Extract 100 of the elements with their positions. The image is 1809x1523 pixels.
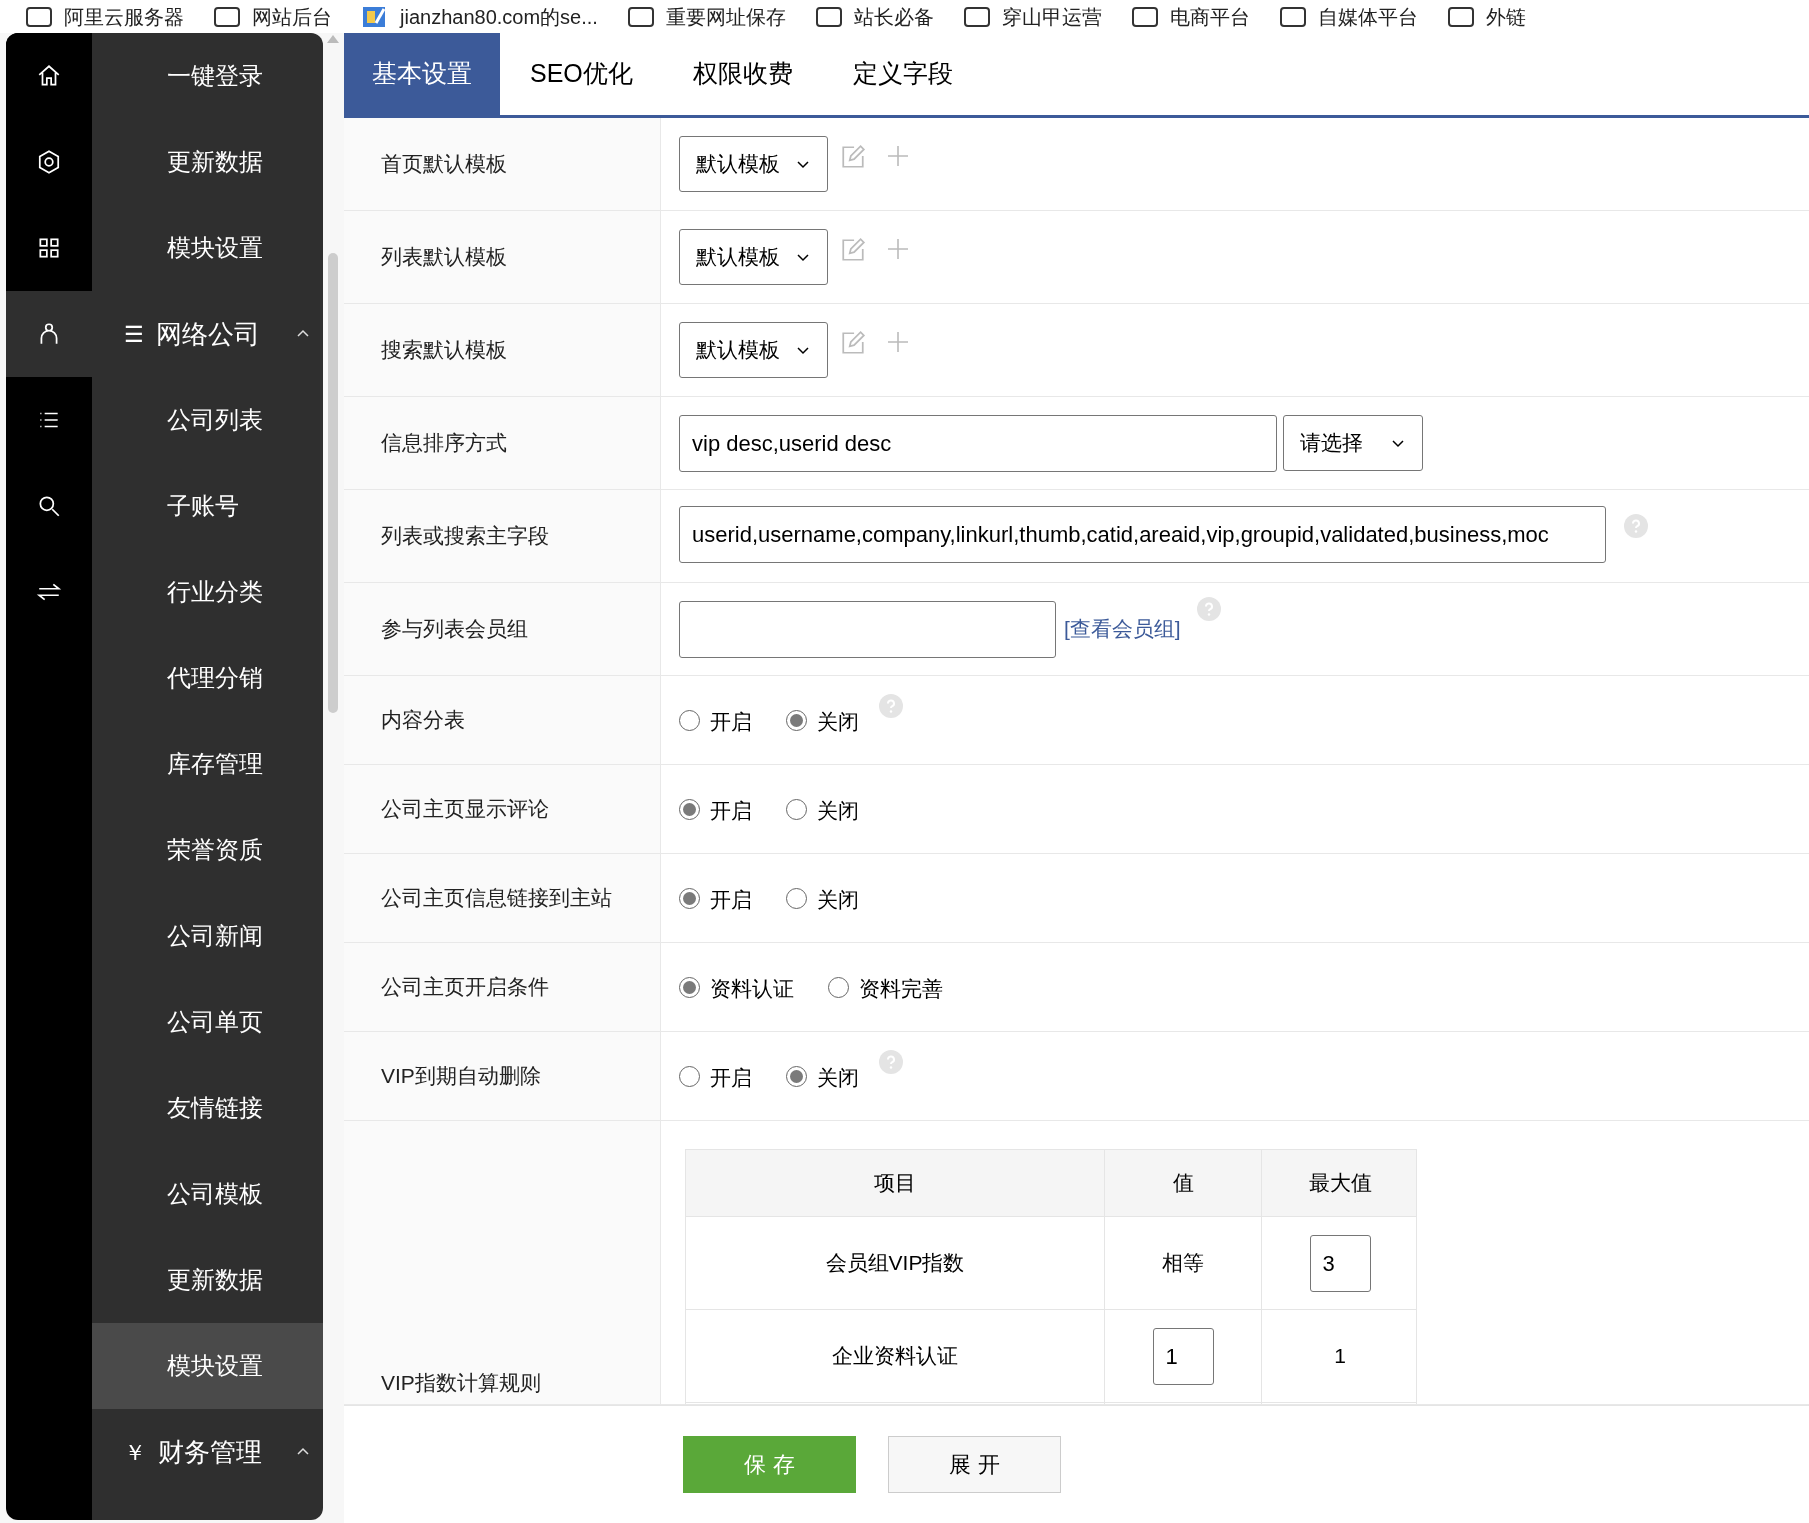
expand-button[interactable]: 展 开 (888, 1436, 1061, 1493)
menu-item[interactable]: 子账号 (92, 463, 323, 549)
radio-button[interactable] (786, 798, 807, 820)
radio-button[interactable] (786, 1065, 807, 1087)
help-icon[interactable] (879, 694, 903, 719)
menu-item[interactable]: 友情链接 (92, 1065, 323, 1151)
menu-item[interactable]: 库存管理 (92, 721, 323, 807)
field-label: 首页默认模板 (381, 151, 507, 178)
table-cell-text: 企业资料认证 (832, 1343, 958, 1370)
menu-item[interactable]: 公司列表 (92, 377, 323, 463)
group-title: 财务管理 (158, 1435, 262, 1469)
radio-option[interactable]: 资料完善 (828, 969, 943, 1005)
bookmark[interactable]: 阿里云服务器 (26, 1, 184, 32)
edit-icon[interactable] (840, 144, 866, 170)
radio-button[interactable] (786, 887, 807, 909)
bookmark[interactable]: 重要网址保存 (627, 1, 786, 32)
menu-item[interactable]: 公司单页 (92, 979, 323, 1065)
field-label: 公司主页显示评论 (381, 796, 549, 823)
field-label: 参与列表会员组 (381, 616, 528, 643)
menu-group-header[interactable]: ☰ 网络公司 (92, 291, 323, 377)
text-field[interactable] (679, 600, 1056, 658)
group-symbol: ￥ (124, 1438, 146, 1467)
folder-icon (26, 6, 52, 27)
radio-button[interactable] (679, 1065, 700, 1087)
field-label: 信息排序方式 (381, 430, 507, 457)
folder-icon (214, 6, 240, 27)
radio-option[interactable]: 开启 (679, 1058, 752, 1094)
scrollbar-thumb[interactable] (327, 253, 338, 713)
radio-option[interactable]: 关闭 (786, 880, 859, 916)
menu-item[interactable]: 公司模板 (92, 1151, 323, 1237)
help-icon[interactable] (1624, 514, 1648, 538)
bookmark[interactable]: 穿山甲运营 (963, 1, 1102, 32)
radio-option[interactable]: 关闭 (786, 791, 859, 827)
tab[interactable]: 权限收费 (662, 33, 823, 115)
radio-option[interactable]: 开启 (679, 702, 752, 738)
folder-icon (627, 6, 654, 27)
text-field[interactable]: userid,username,company,linkurl,thumb,catid,areaid,vip,groupid,validated,business,moc (679, 506, 1606, 563)
text-field[interactable]: vip desc,userid desc (679, 414, 1277, 472)
menu-group-header[interactable]: ￥ 财务管理 (92, 1409, 323, 1495)
group-title: 网络公司 (156, 317, 260, 351)
field-label: 搜索默认模板 (381, 337, 507, 364)
field-label: 公司主页开启条件 (381, 974, 549, 1001)
dropdown-select[interactable]: 默认模板 (679, 322, 828, 378)
bookmark[interactable]: 外链 (1447, 1, 1526, 32)
help-icon[interactable] (1196, 596, 1221, 621)
radio-option[interactable]: 关闭 (786, 702, 859, 738)
menu-item[interactable]: 公司新闻 (92, 893, 323, 979)
radio-button[interactable] (679, 976, 700, 998)
radio-option[interactable]: 关闭 (786, 1058, 859, 1094)
radio-option[interactable]: 开启 (679, 880, 752, 916)
dropdown-select[interactable]: 默认模板 (679, 229, 828, 285)
settings-icon (36, 149, 62, 175)
radio-button[interactable] (679, 709, 700, 731)
radio-option[interactable]: 开启 (679, 791, 752, 827)
menu-item[interactable]: 代理分销 (92, 635, 323, 721)
menu-item[interactable]: 一键登录 (92, 33, 323, 119)
radio-button[interactable] (679, 798, 700, 820)
bookmark[interactable]: 站长必备 (815, 1, 934, 32)
column-header: 最大值 (1307, 1170, 1373, 1197)
column-header: 值 (1105, 1150, 1262, 1216)
folder-icon (1279, 6, 1306, 27)
tab[interactable]: 定义字段 (822, 33, 983, 115)
grid-icon (36, 235, 62, 261)
field-label: 内容分表 (381, 707, 465, 734)
menu-item[interactable]: 更新数据 (92, 1237, 323, 1323)
help-icon[interactable] (879, 1050, 903, 1075)
menu-item[interactable]: 更新数据 (92, 119, 323, 205)
field-label: 列表默认模板 (381, 244, 507, 271)
radio-option[interactable]: 资料认证 (679, 969, 794, 1005)
menu-item[interactable]: 模块设置 (92, 205, 323, 291)
radio-button[interactable] (679, 887, 700, 909)
menu-item[interactable]: 荣誉资质 (92, 807, 323, 893)
bookmark[interactable]: 网站后台 (214, 1, 332, 32)
edit-icon[interactable] (840, 237, 866, 263)
add-icon[interactable] (886, 330, 910, 354)
add-icon[interactable] (886, 237, 910, 261)
edit-icon[interactable] (840, 330, 866, 356)
group-symbol: ☰ (124, 320, 144, 349)
bookmark[interactable]: 电商平台 (1131, 1, 1250, 32)
tab[interactable]: 基本设置 (344, 33, 500, 115)
number-field[interactable]: 3 (1309, 1234, 1371, 1292)
radio-button[interactable] (828, 976, 849, 998)
column-header: 项目 (686, 1150, 1105, 1216)
table-cell-text: 会员组VIP指数 (825, 1250, 965, 1277)
folder-icon (1131, 6, 1158, 27)
dropdown-select[interactable]: 请选择 (1283, 415, 1423, 471)
field-label: VIP指数计算规则 (381, 1369, 541, 1396)
add-icon[interactable] (886, 144, 910, 168)
scroll-up-arrow-icon[interactable] (326, 35, 339, 43)
bookmark[interactable]: jianzhan80.com的se... (362, 1, 598, 32)
bookmark[interactable]: 自媒体平台 (1279, 1, 1418, 32)
menu-item[interactable]: 模块设置 (92, 1323, 323, 1409)
menu-item[interactable]: 行业分类 (92, 549, 323, 635)
field-label: VIP到期自动删除 (381, 1063, 541, 1090)
tab[interactable]: SEO优化 (500, 33, 663, 115)
dropdown-select[interactable]: 默认模板 (679, 136, 828, 192)
radio-button[interactable] (786, 709, 807, 731)
number-field[interactable]: 1 (1152, 1327, 1214, 1385)
view-member-groups-link[interactable]: [查看会员组] (1064, 613, 1181, 645)
field-label: 公司主页信息链接到主站 (381, 885, 612, 912)
